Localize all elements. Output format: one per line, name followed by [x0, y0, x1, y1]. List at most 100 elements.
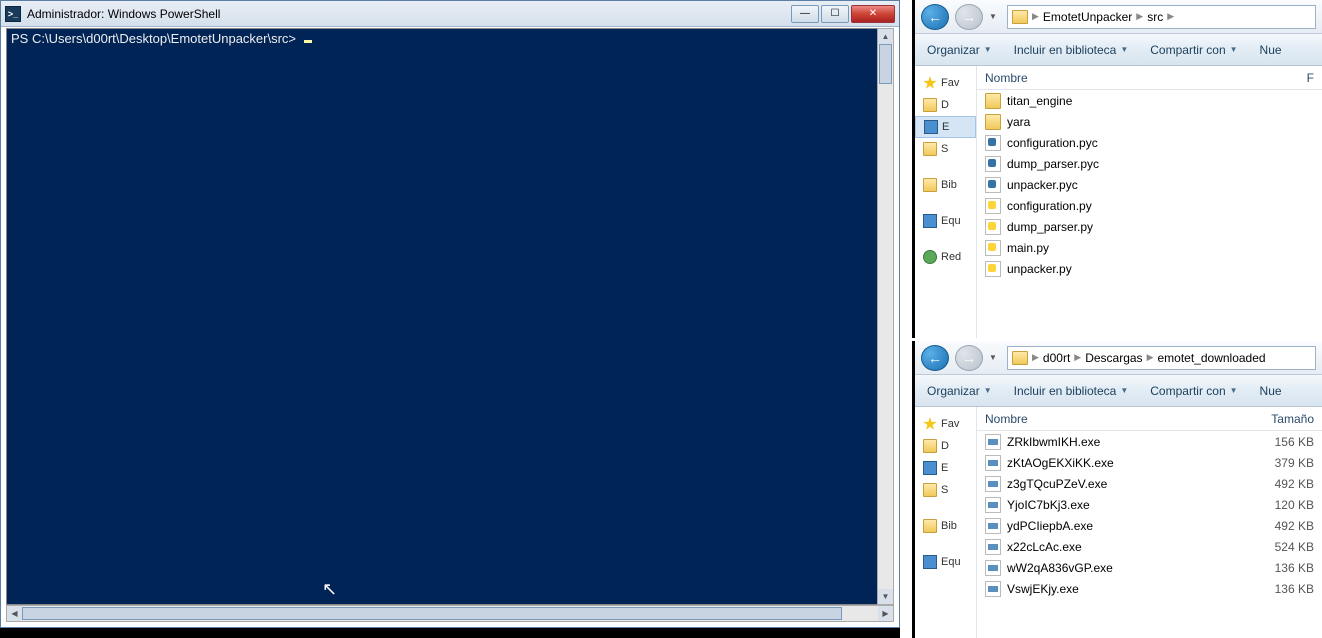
scroll-up-icon[interactable]: ▲: [878, 29, 893, 44]
powershell-icon: >_: [5, 6, 21, 22]
file-icon: [985, 198, 1001, 214]
share-menu[interactable]: Compartir con▼: [1150, 43, 1237, 57]
scroll-down-icon[interactable]: ▼: [878, 589, 893, 604]
star-icon: [923, 417, 937, 431]
minimize-button[interactable]: —: [791, 5, 819, 23]
sidebar-item[interactable]: D: [915, 435, 976, 457]
file-list[interactable]: Nombre Tamaño ZRkIbwmIKH.exe156 KBzKtAOg…: [977, 407, 1322, 638]
file-row[interactable]: main.py: [977, 237, 1322, 258]
scroll-thumb[interactable]: [879, 44, 892, 84]
organize-menu[interactable]: Organizar▼: [927, 43, 992, 57]
explorer-downloads-window: ← → ▼ ▶ d00rt ▶ Descargas ▶ emotet_downl…: [912, 341, 1322, 638]
file-row[interactable]: YjoIC7bKj3.exe120 KB: [977, 494, 1322, 515]
include-menu[interactable]: Incluir en biblioteca▼: [1014, 384, 1129, 398]
organize-menu[interactable]: Organizar▼: [927, 384, 992, 398]
breadcrumb[interactable]: ▶ d00rt ▶ Descargas ▶ emotet_downloaded: [1007, 346, 1316, 370]
scroll-thumb[interactable]: [22, 607, 842, 620]
file-row[interactable]: ZRkIbwmIKH.exe156 KB: [977, 431, 1322, 452]
sidebar-item[interactable]: D: [915, 94, 976, 116]
sidebar-item[interactable]: E: [915, 457, 976, 479]
chevron-down-icon: ▼: [1230, 386, 1238, 395]
column-headers[interactable]: Nombre F: [977, 66, 1322, 90]
file-row[interactable]: zKtAOgEKXiKK.exe379 KB: [977, 452, 1322, 473]
sidebar-computer[interactable]: Equ: [915, 551, 976, 573]
sidebar-favorites[interactable]: Fav: [915, 72, 976, 94]
file-row[interactable]: ydPCIiepbA.exe492 KB: [977, 515, 1322, 536]
file-icon: [985, 581, 1001, 597]
chevron-right-icon[interactable]: ▶: [1030, 11, 1041, 22]
file-row[interactable]: configuration.py: [977, 195, 1322, 216]
back-button[interactable]: ←: [921, 345, 949, 371]
file-icon: [985, 261, 1001, 277]
scroll-right-icon[interactable]: ▶: [878, 606, 893, 621]
breadcrumb[interactable]: ▶ EmotetUnpacker ▶ src ▶: [1007, 5, 1316, 29]
column-headers[interactable]: Nombre Tamaño: [977, 407, 1322, 431]
sidebar-libraries[interactable]: Bib: [915, 174, 976, 196]
file-icon: [985, 560, 1001, 576]
file-icon: [985, 455, 1001, 471]
titlebar[interactable]: >_ Administrador: Windows PowerShell — ☐…: [1, 1, 899, 27]
file-row[interactable]: unpacker.pyc: [977, 174, 1322, 195]
sidebar-item[interactable]: S: [915, 138, 976, 160]
crumb-2[interactable]: emotet_downloaded: [1157, 351, 1265, 365]
forward-button[interactable]: →: [955, 4, 983, 30]
history-dropdown-icon[interactable]: ▼: [989, 12, 1001, 21]
file-row[interactable]: z3gTQcuPZeV.exe492 KB: [977, 473, 1322, 494]
file-icon: [985, 219, 1001, 235]
close-button[interactable]: ✕: [851, 5, 895, 23]
file-row[interactable]: dump_parser.py: [977, 216, 1322, 237]
file-row[interactable]: unpacker.py: [977, 258, 1322, 279]
file-name: unpacker.pyc: [1007, 178, 1256, 192]
crumb-1[interactable]: Descargas: [1085, 351, 1142, 365]
column-size[interactable]: Tamaño: [1256, 412, 1322, 426]
crumb-0[interactable]: d00rt: [1043, 351, 1070, 365]
vertical-scrollbar[interactable]: ▲ ▼: [877, 28, 894, 605]
new-button[interactable]: Nue: [1260, 43, 1282, 57]
chevron-right-icon[interactable]: ▶: [1030, 352, 1041, 363]
sidebar-libraries[interactable]: Bib: [915, 515, 976, 537]
sidebar-network[interactable]: Red: [915, 246, 976, 268]
crumb-1[interactable]: src: [1147, 10, 1163, 24]
horizontal-scrollbar[interactable]: ◀ ▶: [6, 605, 894, 622]
file-name: titan_engine: [1007, 94, 1256, 108]
new-button[interactable]: Nue: [1260, 384, 1282, 398]
chevron-right-icon[interactable]: ▶: [1072, 352, 1083, 363]
mouse-cursor-icon: ↖: [322, 579, 337, 600]
chevron-right-icon[interactable]: ▶: [1165, 11, 1176, 22]
prompt: PS C:\Users\d00rt\Desktop\EmotetUnpacker…: [11, 31, 300, 46]
scroll-left-icon[interactable]: ◀: [7, 606, 22, 621]
history-dropdown-icon[interactable]: ▼: [989, 353, 1001, 362]
folder-icon: [923, 142, 937, 156]
file-row[interactable]: VswjEKjy.exe136 KB: [977, 578, 1322, 599]
chevron-right-icon[interactable]: ▶: [1134, 11, 1145, 22]
file-name: configuration.pyc: [1007, 136, 1256, 150]
sidebar-item[interactable]: S: [915, 479, 976, 501]
file-icon: [985, 497, 1001, 513]
file-list[interactable]: Nombre F titan_engineyara configuration.p…: [977, 66, 1322, 338]
forward-button[interactable]: →: [955, 345, 983, 371]
powershell-window: >_ Administrador: Windows PowerShell — ☐…: [0, 0, 900, 628]
column-name[interactable]: Nombre: [985, 412, 1256, 426]
column-name[interactable]: Nombre: [985, 71, 1256, 85]
sidebar-favorites[interactable]: Fav: [915, 413, 976, 435]
chevron-right-icon[interactable]: ▶: [1145, 352, 1156, 363]
file-row[interactable]: dump_parser.pyc: [977, 153, 1322, 174]
maximize-button[interactable]: ☐: [821, 5, 849, 23]
folder-icon: [923, 483, 937, 497]
column-f[interactable]: F: [1256, 71, 1322, 85]
crumb-0[interactable]: EmotetUnpacker: [1043, 10, 1132, 24]
file-row[interactable]: yara: [977, 111, 1322, 132]
sidebar-computer[interactable]: Equ: [915, 210, 976, 232]
folder-icon: [923, 98, 937, 112]
terminal-area[interactable]: PS C:\Users\d00rt\Desktop\EmotetUnpacker…: [6, 28, 894, 605]
file-icon: [985, 156, 1001, 172]
back-button[interactable]: ←: [921, 4, 949, 30]
file-row[interactable]: configuration.pyc: [977, 132, 1322, 153]
include-menu[interactable]: Incluir en biblioteca▼: [1014, 43, 1129, 57]
file-name: zKtAOgEKXiKK.exe: [1007, 456, 1256, 470]
file-row[interactable]: wW2qA836vGP.exe136 KB: [977, 557, 1322, 578]
share-menu[interactable]: Compartir con▼: [1150, 384, 1237, 398]
file-row[interactable]: titan_engine: [977, 90, 1322, 111]
sidebar-item[interactable]: E: [915, 116, 976, 138]
file-row[interactable]: x22cLcAc.exe524 KB: [977, 536, 1322, 557]
